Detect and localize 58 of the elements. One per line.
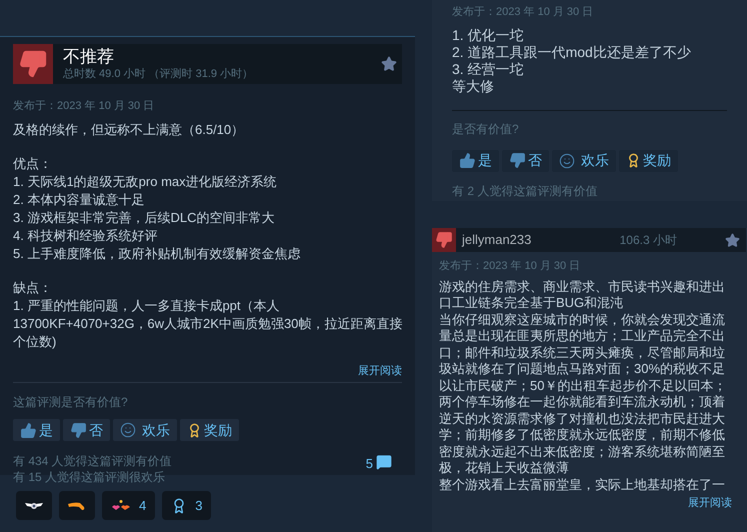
smiley-icon [559,152,575,168]
helpful-count: 有 2 人觉得这篇评测有价值 [452,182,598,200]
review-text: 3. 游戏框架非常完善，后续DLC的空间非常大 [13,208,276,226]
vote-button[interactable]: 是 [13,419,60,441]
review-text: 2. 道路工具跟一代mod比还是差了不少 [452,44,692,60]
review-text: 整个游戏看上去富丽堂皇，实际上地基却搭在了一 [439,476,726,493]
review-text: 当你仔细观察这座城市的时候，你就会发现交通流量总是出现在匪夷所思的地方；工业产品完全不出口；邮件和垃圾系统三天两头瘫痪，尽管邮局和垃圾站就修在了问题地点马路对面；30%的税收不足以让市民破产；50￥的出租车起步价不足以回本；两个停车场修在一起你就能看到车流永动机；顶着逆天的水资源需求修了对撞机也没法把市民赶进大学；前期修多了低密度就永远低密度，前期不修低密度就永远起不出来低密度；游客系统堪称简陋至极，花销上天收益微薄 [439,312,728,476]
award-badge[interactable] [59,491,95,520]
review-text: 等大修 [452,78,495,94]
posted-date: 发布于：2023 年 10 月 30 日 [452,5,594,20]
horn-icon [68,500,86,510]
comment-count-link[interactable]: 5 [366,454,392,472]
award-count: 4 [139,496,146,515]
helpful-prompt: 是否有价值? [452,120,520,138]
review-text: 2. 本体内容量诚意十足 [13,190,146,208]
speech-bubble-icon [376,454,392,470]
review-text: 及格的续作，但远称不上满意（6.5/10） [13,120,246,138]
star-icon[interactable] [725,232,740,248]
hearts-icon [111,500,131,512]
review-text: 5. 上手难度降低，政府补贴机制有效缓解资金焦虑 [13,244,302,262]
vote-button[interactable]: 奖励 [180,419,239,441]
review-text: 1. 优化一坨 [452,26,525,44]
review-text: 1. 严重的性能问题，人一多直接卡成ppt（本人13700KF+4070+32G，6w人城市2K中画质勉强30帧，拉近距离直接个位数) [13,296,404,350]
posted-date: 发布于：2023 年 10 月 30 日 [13,99,156,114]
award-count: 3 [195,496,202,515]
review-text: 缺点： [13,278,53,296]
review-text: 3. 经营一坨 [452,60,525,78]
smiley-icon [120,422,136,438]
thumbs-down-icon [70,422,87,438]
thumbs-up-icon [20,422,37,438]
vote-button[interactable]: 欢乐 [552,150,616,172]
medal-icon [187,422,202,438]
award-badge[interactable] [16,491,52,520]
review-text: 优点： [13,154,53,172]
review-verdict: 不推荐 [63,47,115,67]
vote-button[interactable]: 奖励 [619,150,678,172]
vote-button[interactable]: 否 [502,150,549,172]
medal-icon [626,152,641,169]
helpful-prompt: 这篇评测是否有价值? [13,394,129,411]
vote-button[interactable]: 否 [63,419,110,441]
thumbs-down-icon [509,152,526,169]
award-badge[interactable]: 3 [162,491,212,520]
review-text: 4. 科技树和经验系统好评 [13,226,158,244]
vote-button[interactable]: 是 [452,150,499,172]
review-text: 游戏的住房需求、商业需求、市民读书兴趣和进出口工业链条完全基于BUG和混沌 [439,278,726,312]
review-text: 1. 天际线1的超级无敌pro max进化版经济系统 [13,172,278,190]
author-name: jellyman233 [462,231,532,250]
read-more-link[interactable]: 展开阅读 [358,362,402,379]
playtime-text: 106.3 小时 [620,232,677,249]
read-more-link[interactable]: 展开阅读 [688,495,732,512]
award-badge[interactable]: 4 [102,491,156,520]
helpful-count: 有 15 人觉得这篇评测很欢乐 [13,469,166,485]
posted-date: 发布于：2023 年 10 月 30 日 [439,259,582,274]
playtime-text: 总时数 49.0 小时 （评测时 31.9 小时） [63,67,254,81]
helpful-count: 有 434 人觉得这篇评测有价值 [13,453,172,469]
thumbs-up-icon [459,152,476,169]
star-icon[interactable] [381,56,397,72]
vote-button[interactable]: 欢乐 [113,419,177,441]
